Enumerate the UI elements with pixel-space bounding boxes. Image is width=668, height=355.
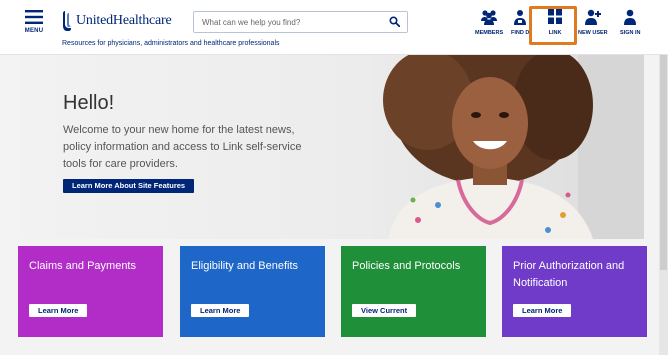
nav-link[interactable]: LINK bbox=[546, 9, 564, 39]
nav-sign-in[interactable]: SIGN IN bbox=[620, 9, 640, 39]
card-title: Policies and Protocols bbox=[352, 260, 461, 272]
logo[interactable]: UnitedHealthcare bbox=[62, 10, 172, 32]
search-icon[interactable] bbox=[389, 16, 400, 27]
members-icon bbox=[481, 10, 498, 25]
find-doctor-icon bbox=[514, 10, 527, 25]
card-title: Claims and Payments bbox=[29, 260, 136, 272]
site-header: MENU UnitedHealthcare Resources for phys… bbox=[0, 0, 668, 55]
nav-members-label: MEMBERS bbox=[475, 30, 504, 36]
nav-find-doctor[interactable]: FIND D bbox=[511, 9, 529, 39]
user-icon bbox=[624, 9, 637, 25]
card-claims-payments: Claims and Payments Learn More bbox=[18, 246, 163, 337]
card-title: Eligibility and Benefits bbox=[191, 260, 299, 272]
card-policies-protocols: Policies and Protocols View Current bbox=[341, 246, 486, 337]
link-grid-icon bbox=[548, 9, 562, 24]
search-box bbox=[193, 11, 408, 33]
hero-title: Hello! bbox=[63, 92, 115, 114]
policies-view-current-button[interactable]: View Current bbox=[352, 304, 417, 317]
card-title: Prior Authorization and Notification bbox=[513, 260, 625, 289]
nav-link-label: LINK bbox=[548, 30, 562, 36]
nav-find-doctor-label: FIND D bbox=[511, 30, 530, 36]
learn-more-site-features-button[interactable]: Learn More About Site Features bbox=[63, 179, 195, 193]
scrollbar[interactable] bbox=[659, 55, 668, 355]
nav-new-user[interactable]: NEW USER bbox=[578, 9, 608, 39]
card-prior-authorization: Prior Authorization and Notification Lea… bbox=[502, 246, 647, 337]
tagline: Resources for physicians, administrators… bbox=[62, 40, 280, 47]
new-user-icon bbox=[584, 9, 601, 25]
hamburger-icon bbox=[25, 10, 43, 24]
eligibility-learn-more-button[interactable]: Learn More bbox=[191, 304, 250, 317]
nav-members[interactable]: MEMBERS bbox=[475, 9, 503, 39]
hero-banner: Hello! Welcome to your new home for the … bbox=[18, 55, 644, 239]
scrollbar-thumb[interactable] bbox=[660, 55, 667, 270]
search-input[interactable] bbox=[194, 12, 382, 33]
menu-button[interactable]: MENU bbox=[18, 8, 50, 42]
logo-mark-icon bbox=[63, 11, 71, 31]
logo-text: UnitedHealthcare bbox=[76, 13, 172, 28]
menu-label: MENU bbox=[24, 28, 44, 34]
prior-auth-learn-more-button[interactable]: Learn More bbox=[513, 304, 572, 317]
nav-sign-in-label: SIGN IN bbox=[620, 30, 641, 36]
claims-learn-more-button[interactable]: Learn More bbox=[29, 304, 88, 317]
hero-text: Welcome to your new home for the latest … bbox=[63, 124, 302, 170]
card-eligibility-benefits: Eligibility and Benefits Learn More bbox=[180, 246, 325, 337]
nav-new-user-label: NEW USER bbox=[578, 30, 608, 36]
